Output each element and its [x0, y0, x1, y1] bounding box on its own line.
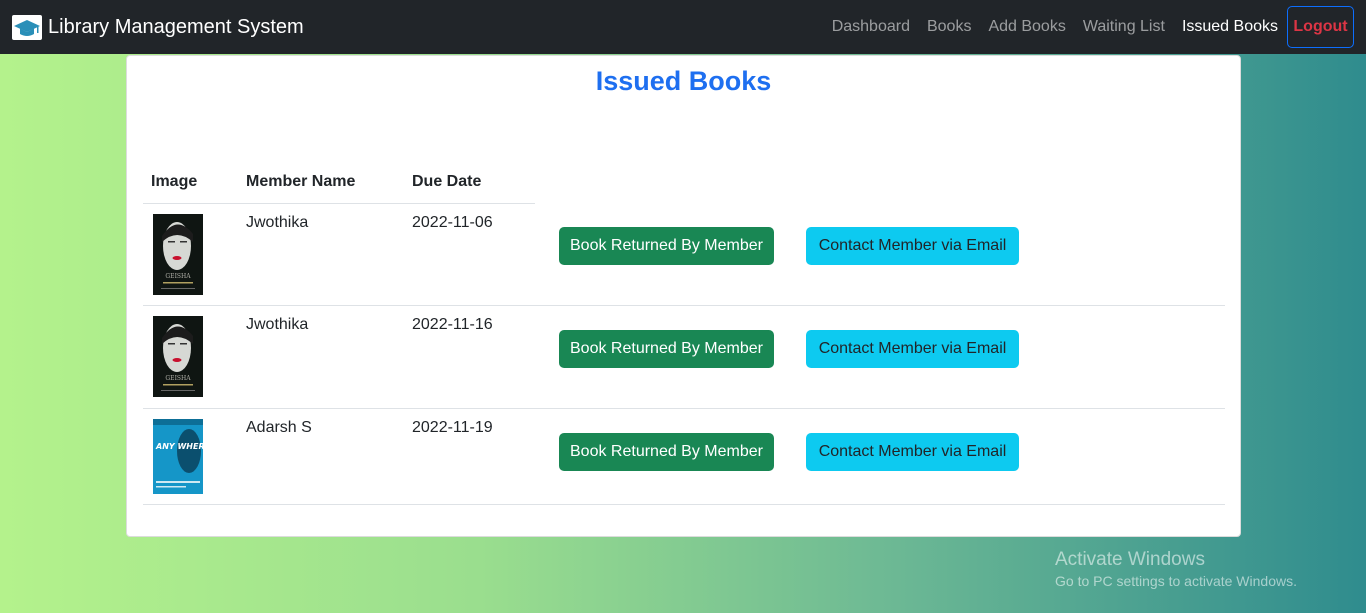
due-date: 2022-11-06: [412, 214, 493, 231]
logout-button[interactable]: Logout: [1287, 6, 1354, 48]
table-row: ANY WHERE YOU RUN Adarsh S 2022-11-19 Bo…: [143, 409, 1225, 505]
table-row: GEISHA Jwothika 2022-11-16 Book Returned…: [143, 306, 1225, 409]
header-due-date: Due Date: [412, 173, 482, 190]
book-cover-geisha: GEISHA: [153, 214, 203, 295]
cover-text: GEISHA: [165, 273, 191, 280]
book-returned-button[interactable]: Book Returned By Member: [559, 227, 774, 265]
header-image: Image: [151, 173, 198, 190]
table-header: Image Member Name Due Date: [143, 161, 535, 204]
nav-links: Dashboard Books Add Books Waiting List I…: [815, 0, 1354, 54]
nav-waiting-list[interactable]: Waiting List: [1083, 18, 1165, 36]
page-title: Issued Books: [595, 66, 772, 96]
activate-windows-watermark: Activate Windows Go to PC settings to ac…: [1055, 549, 1297, 589]
book-cover-geisha: GEISHA: [153, 316, 203, 397]
brand[interactable]: Library Management System: [12, 14, 304, 40]
due-date: 2022-11-16: [412, 316, 493, 333]
book-returned-button[interactable]: Book Returned By Member: [559, 433, 774, 471]
navbar: Library Management System Dashboard Book…: [0, 0, 1366, 54]
member-name: Adarsh S: [246, 419, 312, 436]
book-returned-button[interactable]: Book Returned By Member: [559, 330, 774, 368]
nav-add-books[interactable]: Add Books: [988, 18, 1065, 36]
member-name: Jwothika: [246, 316, 309, 333]
book-cover-anywhere-you-run: ANY WHERE YOU RUN: [153, 419, 203, 494]
nav-issued-books[interactable]: Issued Books: [1182, 18, 1278, 36]
table-row: GEISHA Jwothika 2022-11-06 Book Returned…: [143, 204, 1225, 306]
watermark-subtitle: Go to PC settings to activate Windows.: [1055, 573, 1297, 589]
member-name: Jwothika: [246, 214, 309, 231]
cover-text: GEISHA: [165, 375, 191, 382]
cover-text: ANY WHERE YOU RUN: [155, 442, 203, 451]
contact-member-email-button[interactable]: Contact Member via Email: [806, 330, 1019, 368]
brand-title: Library Management System: [48, 15, 304, 38]
watermark-title: Activate Windows: [1055, 549, 1205, 570]
graduation-cap-icon: [12, 14, 42, 40]
header-member-name: Member Name: [246, 173, 356, 190]
contact-member-email-button[interactable]: Contact Member via Email: [806, 433, 1019, 471]
nav-dashboard[interactable]: Dashboard: [832, 18, 910, 36]
issued-books-card: Issued Books Image Member Name Due Date …: [126, 55, 1241, 537]
due-date: 2022-11-19: [412, 419, 493, 436]
contact-member-email-button[interactable]: Contact Member via Email: [806, 227, 1019, 265]
nav-books[interactable]: Books: [927, 18, 971, 36]
